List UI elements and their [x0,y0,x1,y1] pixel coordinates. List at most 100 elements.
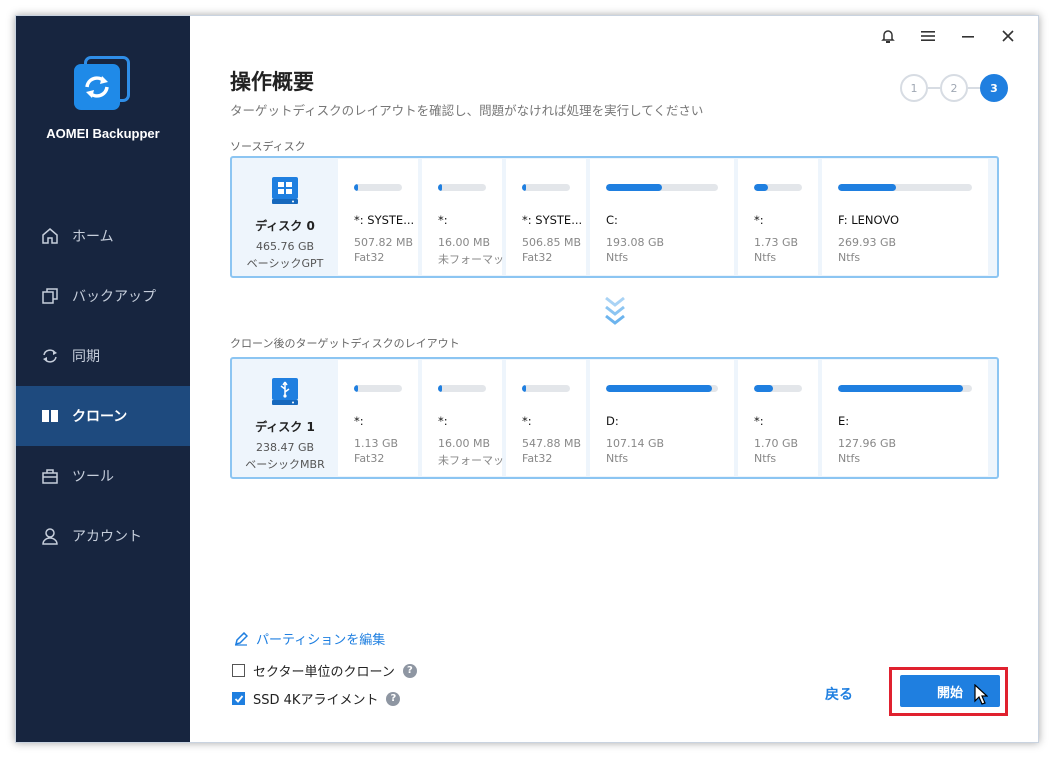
target-disk-row[interactable]: ディスク 1 238.47 GB ベーシックMBR *: 1.13 GB Fat32… [230,357,999,479]
help-icon[interactable]: ? [402,663,417,678]
sidebar-item-home[interactable]: ホーム [16,206,190,266]
sector-clone-option[interactable]: セクター単位のクローン ? [232,661,417,680]
partition-card[interactable]: *: SYSTE... 507.82 MB Fat32 [338,159,418,275]
partition-filesystem: Fat32 [522,452,553,465]
sidebar-item-label: クローン [72,409,128,425]
mouse-cursor-icon [974,683,989,710]
clone-icon [40,406,60,426]
sidebar-item-label: 同期 [72,349,100,365]
usage-bar [522,385,570,392]
usage-bar [438,184,486,191]
target-partitions: *: 1.13 GB Fat32 *: 16.00 MB 未フォーマット *: 547.88 … [338,360,995,476]
partition-name: D: [606,414,619,428]
usage-bar [606,184,718,191]
ssd-align-label: SSD 4Kアライメント [253,693,379,708]
partition-name: *: [438,414,448,428]
page-title: 操作概要 [230,70,314,94]
partition-card[interactable]: F: LENOVO 269.93 GB Ntfs [822,159,988,275]
copy-icon [40,286,60,306]
minimize-icon[interactable] [948,24,988,48]
partition-size: 507.82 MB [354,236,414,249]
sector-clone-checkbox[interactable] [232,664,245,677]
disk-name: ディスク 0 [255,219,315,233]
usage-bar [606,385,718,392]
sidebar: AOMEI Backupper ホーム バックアップ 同期 クローン ツール ア… [16,16,190,742]
partition-filesystem: Ntfs [606,452,629,465]
partition-filesystem: 未フォーマット [438,253,515,266]
sidebar-item-backup[interactable]: バックアップ [16,266,190,326]
page-subtitle: ターゲットディスクのレイアウトを確認し、問題がなければ処理を実行してください [230,103,704,118]
disk-type: ベーシックMBR [245,458,325,471]
usage-bar-fill [606,184,662,191]
ssd-align-option[interactable]: SSD 4Kアライメント ? [232,689,401,708]
partition-filesystem: Ntfs [838,452,861,465]
target-disk-label: クローン後のターゲットディスクのレイアウト [230,337,460,350]
partition-filesystem: Ntfs [838,251,861,264]
usage-bar [522,184,570,191]
usage-bar-fill [438,385,442,392]
partition-size: 16.00 MB [438,437,491,450]
disk-size: 238.47 GB [255,441,315,454]
partition-name: *: [754,213,764,227]
close-icon[interactable] [988,24,1028,48]
source-partitions: *: SYSTE... 507.82 MB Fat32 *: 16.00 MB 未フォーマ… [338,159,995,275]
partition-name: *: [438,213,448,227]
disk-usb-icon [270,376,300,410]
sidebar-item-sync[interactable]: 同期 [16,326,190,386]
partition-card[interactable]: E: 127.96 GB Ntfs [822,360,988,476]
partition-card[interactable]: *: SYSTE... 506.85 MB Fat32 [506,159,586,275]
back-button[interactable]: 戻る [825,684,853,704]
menu-icon[interactable] [908,24,948,48]
sidebar-item-label: ツール [72,469,114,485]
partition-card[interactable]: *: 16.00 MB 未フォーマット [422,159,515,275]
step-3: 3 [980,74,1008,102]
usage-bar [838,385,972,392]
partition-size: 193.08 GB [606,236,665,249]
partition-card[interactable]: C: 193.08 GB Ntfs [590,159,734,275]
disk-name: ディスク 1 [255,420,315,434]
sidebar-item-label: アカウント [72,529,142,545]
usage-bar-fill [754,184,769,191]
partition-name: *: SYSTE... [522,213,583,227]
partition-card[interactable]: D: 107.14 GB Ntfs [590,360,734,476]
usage-bar [838,184,972,191]
usage-bar [354,184,402,191]
sidebar-nav: ホーム バックアップ 同期 クローン ツール アカウント [16,206,190,566]
usage-bar-fill [838,385,963,392]
ssd-align-checkbox[interactable] [232,692,245,705]
partition-size: 269.93 GB [838,236,897,249]
partition-size: 547.88 MB [522,437,582,450]
sidebar-item-tools[interactable]: ツール [16,446,190,506]
toolbox-icon [40,466,60,486]
source-disk-label: ソースディスク [230,140,306,153]
bell-icon[interactable] [868,24,908,48]
edit-partitions-link[interactable]: パーティションを編集 [234,629,385,648]
disk-windows-icon [270,175,300,209]
usage-bar [438,385,486,392]
partition-size: 1.73 GB [754,236,799,249]
partition-size: 1.70 GB [754,437,799,450]
partition-name: *: [354,414,364,428]
partition-card[interactable]: *: 1.73 GB Ntfs [738,159,818,275]
help-icon[interactable]: ? [386,691,401,706]
partition-card[interactable]: *: 1.70 GB Ntfs [738,360,818,476]
usage-bar-fill [522,385,526,392]
partition-card[interactable]: *: 1.13 GB Fat32 [338,360,418,476]
step-2: 2 [940,74,968,102]
partition-card[interactable]: *: 547.88 MB Fat32 [506,360,586,476]
source-disk-row[interactable]: ディスク 0 465.76 GB ベーシックGPT *: SYSTE... 507… [230,156,999,278]
sidebar-item-label: ホーム [72,229,114,245]
app-name: AOMEI Backupper [46,126,160,141]
partition-name: C: [606,213,618,227]
disk-type: ベーシックGPT [246,257,324,270]
source-disk-info: ディスク 0 465.76 GB ベーシックGPT [232,159,338,275]
sidebar-item-account[interactable]: アカウント [16,506,190,566]
partition-name: E: [838,414,850,428]
partition-size: 506.85 MB [522,236,582,249]
usage-bar [754,184,802,191]
sidebar-item-clone[interactable]: クローン [16,386,190,446]
app-window: AOMEI Backupper ホーム バックアップ 同期 クローン ツール ア… [15,15,1039,743]
partition-card[interactable]: *: 16.00 MB 未フォーマット [422,360,515,476]
partition-name: *: SYSTE... [354,213,415,227]
usage-bar-fill [438,184,442,191]
